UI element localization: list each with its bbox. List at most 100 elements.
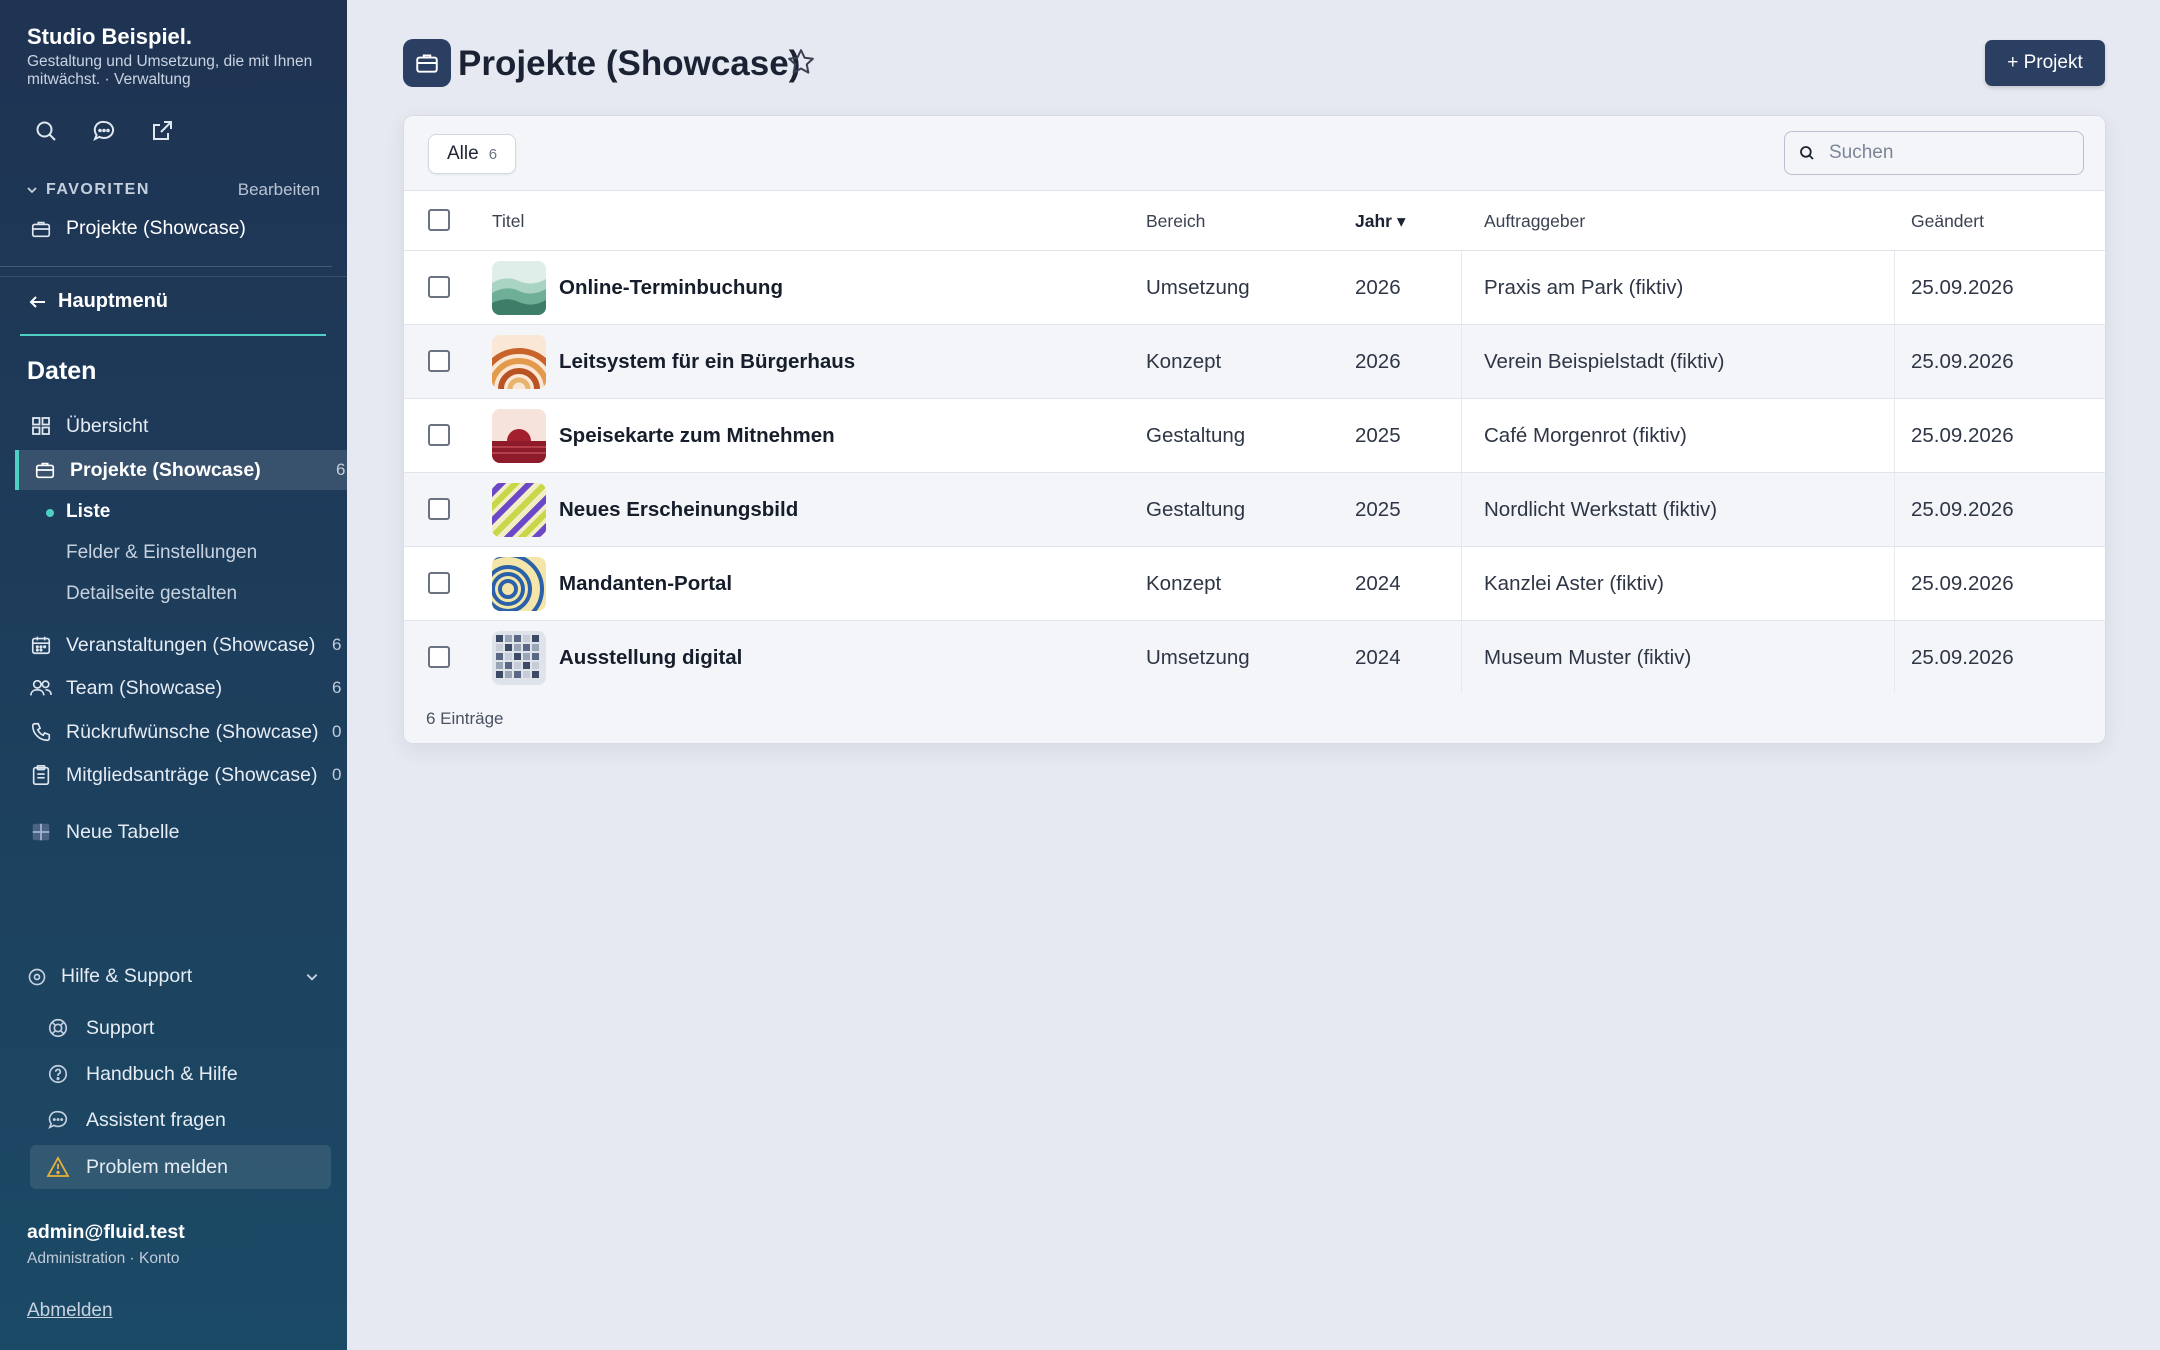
chat-icon[interactable] [88, 115, 120, 147]
cell-auftraggeber: Nordlicht Werkstatt (fiktiv) [1484, 498, 1718, 521]
table-footer: 6 Einträge [404, 693, 2105, 743]
column-separator [1461, 399, 1462, 472]
sidebar-item-projekte[interactable]: Projekte (Showcase) 6 [15, 450, 347, 490]
cell-auftraggeber: Kanzlei Aster (fiktiv) [1484, 572, 1664, 595]
cell-geaendert: 25.09.2026 [1911, 424, 2014, 447]
sidebar-item-label: Neue Tabelle [66, 820, 180, 843]
sidebar-subitem-felder[interactable]: Felder & Einstellungen [66, 542, 257, 564]
search-icon[interactable] [30, 115, 62, 147]
cell-bereich: Umsetzung [1146, 646, 1250, 669]
row-checkbox[interactable] [428, 350, 450, 372]
column-separator [1894, 325, 1895, 398]
cell-geaendert: 25.09.2026 [1911, 350, 2014, 373]
briefcase-icon [31, 221, 51, 237]
table-row[interactable]: Neues Erscheinungsbild Gestaltung 2025 N… [404, 473, 2105, 547]
table-row[interactable]: Online-Terminbuchung Umsetzung 2026 Prax… [404, 251, 2105, 325]
cell-auftraggeber: Café Morgenrot (fiktiv) [1484, 424, 1687, 447]
sidebar-item-mitgliedsantraege[interactable]: Mitgliedsanträge (Showcase) 0 [0, 755, 347, 795]
table-row[interactable]: Leitsystem für ein Bürgerhaus Konzept 20… [404, 325, 2105, 399]
sidebar-item-veranstaltungen[interactable]: Veranstaltungen (Showcase) 6 [0, 625, 347, 665]
cell-titel[interactable]: Speisekarte zum Mitnehmen [559, 424, 835, 448]
help-support-label: Hilfe & Support [61, 965, 193, 987]
table-toolbar: Alle 6 [404, 116, 2105, 191]
cell-geaendert: 25.09.2026 [1911, 572, 2014, 595]
sidebar-item-team[interactable]: Team (Showcase) 6 [0, 668, 347, 708]
row-checkbox[interactable] [428, 498, 450, 520]
search-icon [1785, 144, 1829, 162]
users-icon [29, 676, 53, 700]
sidebar-item-count: 6 [336, 460, 346, 479]
sidebar-item-uebersicht[interactable]: Übersicht [0, 406, 347, 446]
cell-titel[interactable]: Online-Terminbuchung [559, 276, 783, 300]
search-box [1784, 131, 2084, 175]
help-item-support[interactable]: Support [30, 1006, 331, 1050]
cell-titel[interactable]: Mandanten-Portal [559, 572, 732, 596]
row-checkbox[interactable] [428, 424, 450, 446]
chevron-down-icon [306, 973, 318, 981]
cell-titel[interactable]: Leitsystem für ein Bürgerhaus [559, 350, 855, 374]
project-thumbnail [492, 557, 546, 611]
row-checkbox[interactable] [428, 646, 450, 668]
briefcase-icon [33, 458, 57, 482]
cell-bereich: Gestaltung [1146, 498, 1246, 521]
help-item-handbuch[interactable]: Handbuch & Hilfe [30, 1052, 331, 1096]
column-header-geaendert[interactable]: Geändert [1911, 211, 1984, 232]
sidebar-item-count: 0 [332, 765, 342, 784]
cell-jahr: 2024 [1355, 572, 1401, 595]
help-item-assistent[interactable]: Assistent fragen [30, 1098, 331, 1142]
star-icon[interactable] [786, 47, 816, 82]
sidebar-item-neue-tabelle[interactable]: Neue Tabelle [0, 812, 347, 852]
divider [0, 266, 332, 267]
add-project-button[interactable]: + Projekt [1985, 40, 2105, 86]
cell-titel[interactable]: Ausstellung digital [559, 646, 742, 670]
row-checkbox[interactable] [428, 276, 450, 298]
sidebar-subitem-detailseite[interactable]: Detailseite gestalten [66, 583, 237, 605]
logout-link[interactable]: Abmelden [27, 1300, 113, 1322]
project-thumbnail [492, 261, 546, 315]
sidebar-item-rueckrufwuensche[interactable]: Rückrufwünsche (Showcase) 0 [0, 712, 347, 752]
help-item-label: Support [86, 1016, 155, 1039]
project-thumbnail [492, 483, 546, 537]
external-link-icon[interactable] [146, 115, 178, 147]
table-row[interactable]: Mandanten-Portal Konzept 2024 Kanzlei As… [404, 547, 2105, 621]
row-checkbox[interactable] [428, 572, 450, 594]
cell-geaendert: 25.09.2026 [1911, 276, 2014, 299]
column-separator [1461, 547, 1462, 620]
table-header: Titel Bereich Jahr ▾ Auftraggeber Geände… [404, 191, 2105, 251]
column-header-auftraggeber[interactable]: Auftraggeber [1484, 211, 1585, 232]
search-input[interactable] [1829, 142, 2069, 164]
sidebar-item-count: 6 [332, 678, 342, 697]
favorites-toggle[interactable]: FAVORITEN [26, 181, 150, 199]
cell-titel[interactable]: Neues Erscheinungsbild [559, 498, 798, 522]
sidebar-subitem-liste[interactable]: Liste [66, 501, 110, 523]
cell-jahr: 2026 [1355, 276, 1401, 299]
main-menu-label: Hauptmenü [58, 290, 168, 312]
favorite-item-projekte[interactable]: Projekte (Showcase) [30, 217, 246, 240]
cell-bereich: Umsetzung [1146, 276, 1250, 299]
favorites-label: FAVORITEN [46, 181, 150, 198]
project-thumbnail [492, 409, 546, 463]
tab-all[interactable]: Alle 6 [428, 134, 517, 174]
sidebar-item-count: 6 [332, 635, 342, 654]
question-icon [30, 1063, 86, 1085]
column-header-bereich[interactable]: Bereich [1146, 211, 1205, 232]
column-separator [1894, 399, 1895, 472]
column-separator [1461, 325, 1462, 398]
cell-auftraggeber: Praxis am Park (fiktiv) [1484, 276, 1684, 299]
favorites-edit-link[interactable]: Bearbeiten [238, 180, 320, 200]
column-separator [1461, 621, 1462, 694]
project-thumbnail [492, 631, 546, 685]
project-thumbnail [492, 335, 546, 389]
user-email: admin@fluid.test [27, 1221, 185, 1243]
column-header-titel[interactable]: Titel [492, 211, 524, 232]
select-all-checkbox[interactable] [428, 209, 450, 231]
table-row[interactable]: Speisekarte zum Mitnehmen Gestaltung 202… [404, 399, 2105, 473]
column-header-jahr[interactable]: Jahr ▾ [1355, 211, 1406, 232]
help-support-toggle[interactable]: Hilfe & Support [27, 965, 319, 988]
main-menu-back-link[interactable]: Hauptmenü [28, 290, 168, 313]
column-separator [1894, 621, 1895, 694]
cell-bereich: Gestaltung [1146, 424, 1246, 447]
divider [0, 276, 347, 277]
table-row[interactable]: Ausstellung digital Umsetzung 2024 Museu… [404, 621, 2105, 695]
help-item-problem-melden[interactable]: Problem melden [30, 1145, 331, 1189]
